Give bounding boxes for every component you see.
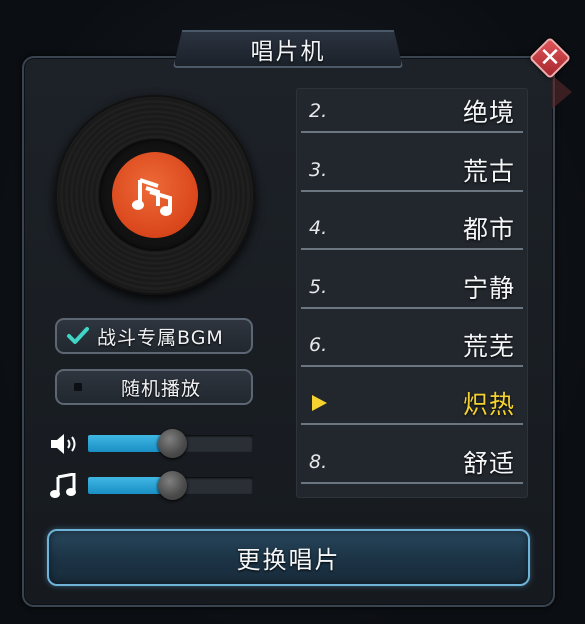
record-label: [112, 152, 198, 238]
close-icon: ✕: [539, 43, 561, 73]
track-row[interactable]: 4. 都市: [301, 207, 523, 250]
track-name: 宁静: [462, 273, 515, 303]
music-knob[interactable]: [158, 471, 187, 500]
change-record-button[interactable]: 更换唱片: [47, 529, 530, 586]
track-row[interactable]: 8. 舒适: [301, 441, 523, 484]
track-name: 炽热: [462, 389, 515, 419]
track-name: 荒芜: [462, 331, 515, 361]
speaker-icon: [51, 434, 76, 454]
track-name: 荒古: [462, 156, 515, 186]
track-row[interactable]: 5. 宁静: [301, 266, 523, 309]
track-number: 8.: [309, 450, 328, 473]
track-number: 6.: [309, 333, 328, 356]
battle-bgm-toggle[interactable]: 战斗专属BGM: [55, 318, 253, 354]
title-tab: 唱片机: [173, 30, 403, 68]
music-slider[interactable]: [48, 470, 258, 500]
shuffle-toggle[interactable]: 随机播放: [55, 369, 253, 405]
check-icon: [65, 323, 91, 349]
music-note-icon: [132, 178, 172, 216]
close-button[interactable]: ✕: [527, 35, 573, 81]
volume-slider[interactable]: [48, 428, 258, 458]
vinyl-record: [55, 95, 255, 295]
volume-track[interactable]: [88, 429, 253, 458]
track-row[interactable]: 2. 绝境: [301, 90, 523, 133]
track-row[interactable]: 6. 荒芜: [301, 324, 523, 367]
shuffle-label: 随机播放: [121, 377, 202, 400]
music-track[interactable]: [88, 471, 253, 500]
music-note-icon: [50, 473, 76, 498]
track-name: 都市: [462, 214, 515, 244]
change-record-label: 更换唱片: [236, 546, 341, 574]
track-name: 舒适: [462, 448, 515, 478]
track-number: 4.: [309, 216, 328, 239]
window-title: 唱片机: [250, 39, 326, 65]
battle-bgm-label: 战斗专属BGM: [97, 326, 224, 349]
track-list[interactable]: 2. 绝境 3. 荒古 4. 都市 5. 宁静 6. 荒芜 炽热 8. 舒适: [296, 88, 528, 498]
track-row-playing[interactable]: 炽热: [301, 382, 523, 425]
volume-knob[interactable]: [158, 429, 187, 458]
play-icon: [312, 394, 327, 411]
track-row[interactable]: 3. 荒古: [301, 149, 523, 192]
track-number: 5.: [309, 275, 328, 298]
track-name: 绝境: [462, 97, 515, 127]
unchecked-box-icon: [65, 374, 91, 400]
track-number: 2.: [309, 99, 328, 122]
track-number: 3.: [309, 158, 328, 181]
